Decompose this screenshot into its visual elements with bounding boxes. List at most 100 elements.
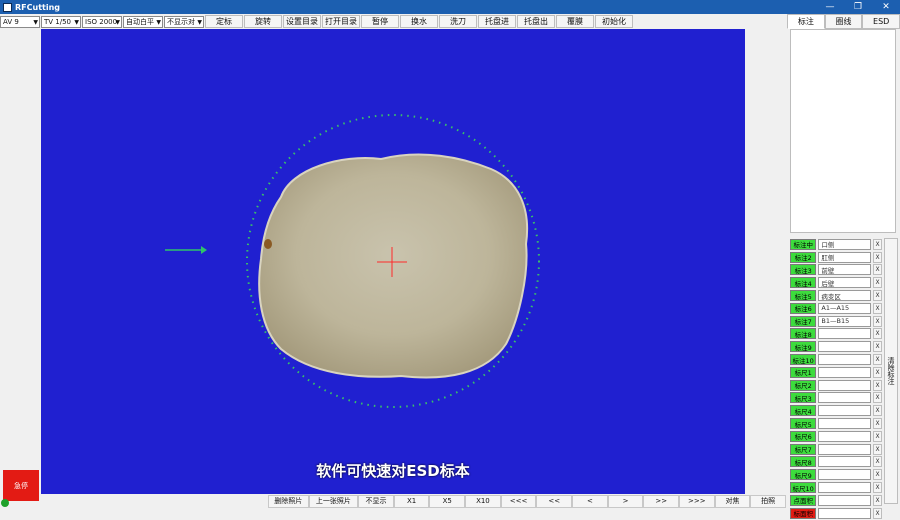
tab-annotation[interactable]: 标注 (787, 14, 825, 29)
annotation-delete-button[interactable]: X (873, 430, 882, 442)
set-directory-button[interactable]: 设置目录 (283, 15, 321, 28)
annotation-text-field[interactable]: 前壁 (818, 264, 872, 276)
camera-viewport[interactable] (41, 29, 745, 494)
annotation-delete-button[interactable]: X (873, 315, 882, 327)
annotation-text-field[interactable] (818, 456, 872, 468)
delete-photo-button[interactable]: 删除照片 (268, 494, 309, 508)
clear-annotations-button[interactable]: 清除标注 (884, 238, 898, 504)
annotation-delete-button[interactable]: X (873, 507, 882, 519)
annotation-label-button[interactable]: 标尺6 (790, 430, 817, 442)
change-water-button[interactable]: 换水 (400, 15, 438, 28)
annotation-text-field[interactable] (818, 482, 872, 494)
annotation-delete-button[interactable]: X (873, 443, 882, 455)
annotation-text-field[interactable] (818, 392, 872, 404)
annotation-delete-button[interactable]: X (873, 341, 882, 353)
annotation-text-field[interactable] (818, 405, 872, 417)
move-left-medium-button[interactable]: << (536, 494, 573, 508)
annotation-text-field[interactable] (818, 328, 872, 340)
tv-select[interactable]: TV 1/50 ▼ (41, 15, 81, 28)
annotation-label-button[interactable]: 标注2 (790, 251, 817, 263)
annotation-delete-button[interactable]: X (873, 302, 882, 314)
initialize-button[interactable]: 初始化 (595, 15, 633, 28)
annotation-label-button[interactable]: 标尺1 (790, 366, 817, 378)
annotation-delete-button[interactable]: X (873, 251, 882, 263)
annotation-delete-button[interactable]: X (873, 238, 882, 250)
annotation-label-button[interactable]: 标尺10 (790, 482, 817, 494)
calibrate-button[interactable]: 定标 (205, 15, 243, 28)
annotation-delete-button[interactable]: X (873, 366, 882, 378)
annotation-label-button[interactable]: 标注3 (790, 264, 817, 276)
wash-blade-button[interactable]: 洗刀 (439, 15, 477, 28)
annotation-delete-button[interactable]: X (873, 482, 882, 494)
move-right-medium-button[interactable]: >> (643, 494, 680, 508)
zoom-x1-button[interactable]: X1 (393, 494, 430, 508)
tab-esd[interactable]: ESD (862, 14, 900, 29)
tray-in-button[interactable]: 托盘进 (478, 15, 516, 28)
annotation-label-button[interactable]: 标注8 (790, 328, 817, 340)
annotation-delete-button[interactable]: X (873, 277, 882, 289)
rotate-button[interactable]: 旋转 (244, 15, 282, 28)
annotation-label-button[interactable]: 标尺4 (790, 405, 817, 417)
focus-button[interactable]: 对焦 (714, 494, 751, 508)
annotation-text-field[interactable] (818, 443, 872, 455)
close-button[interactable]: ✕ (872, 0, 900, 14)
annotation-delete-button[interactable]: X (873, 469, 882, 481)
move-right-fast-button[interactable]: >>> (679, 494, 715, 508)
annotation-label-button[interactable]: 标注4 (790, 277, 817, 289)
annotation-text-field[interactable] (818, 354, 872, 366)
annotation-text-field[interactable] (818, 469, 872, 481)
annotation-label-button[interactable]: 标尺3 (790, 392, 817, 404)
annotation-text-field[interactable] (818, 507, 872, 519)
tray-out-button[interactable]: 托盘出 (517, 15, 555, 28)
annotation-delete-button[interactable]: X (873, 392, 882, 404)
annotation-text-field[interactable]: 肛侧 (818, 251, 872, 263)
annotation-delete-button[interactable]: X (873, 418, 882, 430)
minimize-button[interactable]: — (816, 0, 844, 14)
annotation-text-field[interactable]: A1—A15 (818, 302, 872, 314)
wb-select[interactable]: 自动白平 ▼ (123, 15, 163, 28)
move-left-fast-button[interactable]: <<< (500, 494, 537, 508)
annotation-text-field[interactable] (818, 341, 872, 353)
take-photo-button[interactable]: 拍照 (750, 494, 786, 508)
annotation-text-field[interactable]: 后壁 (818, 277, 872, 289)
annotation-text-field[interactable] (818, 366, 872, 378)
annotation-text-field[interactable]: 口侧 (818, 238, 872, 250)
annotation-delete-button[interactable]: X (873, 494, 882, 506)
annotation-delete-button[interactable]: X (873, 328, 882, 340)
annotation-label-button[interactable]: 标尺8 (790, 456, 817, 468)
annotation-delete-button[interactable]: X (873, 264, 882, 276)
av-select[interactable]: AV 9 ▼ (0, 15, 40, 28)
annotation-text-field[interactable]: 病变区 (818, 290, 872, 302)
annotation-label-button[interactable]: 标注5 (790, 290, 817, 302)
iso-select[interactable]: ISO 2000 ▼ (82, 15, 122, 28)
zoom-x10-button[interactable]: X10 (465, 494, 501, 508)
annotation-label-button[interactable]: 标注9 (790, 341, 817, 353)
annotation-label-button[interactable]: 标面积 (790, 507, 817, 519)
annotation-delete-button[interactable]: X (873, 456, 882, 468)
zoom-x5-button[interactable]: X5 (429, 494, 466, 508)
film-cover-button[interactable]: 覆膜 (556, 15, 594, 28)
tab-circle-line[interactable]: 圈线 (824, 14, 863, 29)
annotation-delete-button[interactable]: X (873, 379, 882, 391)
display-select[interactable]: 不显示对 ▼ (164, 15, 204, 28)
annotation-text-field[interactable] (818, 430, 872, 442)
hide-button[interactable]: 不显示 (358, 494, 394, 508)
annotation-label-button[interactable]: 标注10 (790, 354, 817, 366)
move-left-button[interactable]: < (572, 494, 608, 508)
annotation-list-box[interactable] (790, 29, 896, 233)
previous-photo-button[interactable]: 上一张照片 (308, 494, 359, 508)
annotation-label-button[interactable]: 标尺2 (790, 379, 817, 391)
annotation-text-field[interactable] (818, 494, 872, 506)
pause-button[interactable]: 暂停 (361, 15, 399, 28)
annotation-label-button[interactable]: 标注中 (790, 238, 817, 250)
annotation-label-button[interactable]: 标尺9 (790, 469, 817, 481)
annotation-label-button[interactable]: 标注7 (790, 315, 817, 327)
annotation-label-button[interactable]: 点面积 (790, 494, 817, 506)
maximize-button[interactable]: ❐ (844, 0, 872, 14)
annotation-label-button[interactable]: 标尺7 (790, 443, 817, 455)
annotation-label-button[interactable]: 标注6 (790, 302, 817, 314)
annotation-delete-button[interactable]: X (873, 354, 882, 366)
annotation-label-button[interactable]: 标尺5 (790, 418, 817, 430)
open-directory-button[interactable]: 打开目录 (322, 15, 360, 28)
annotation-delete-button[interactable]: X (873, 290, 882, 302)
